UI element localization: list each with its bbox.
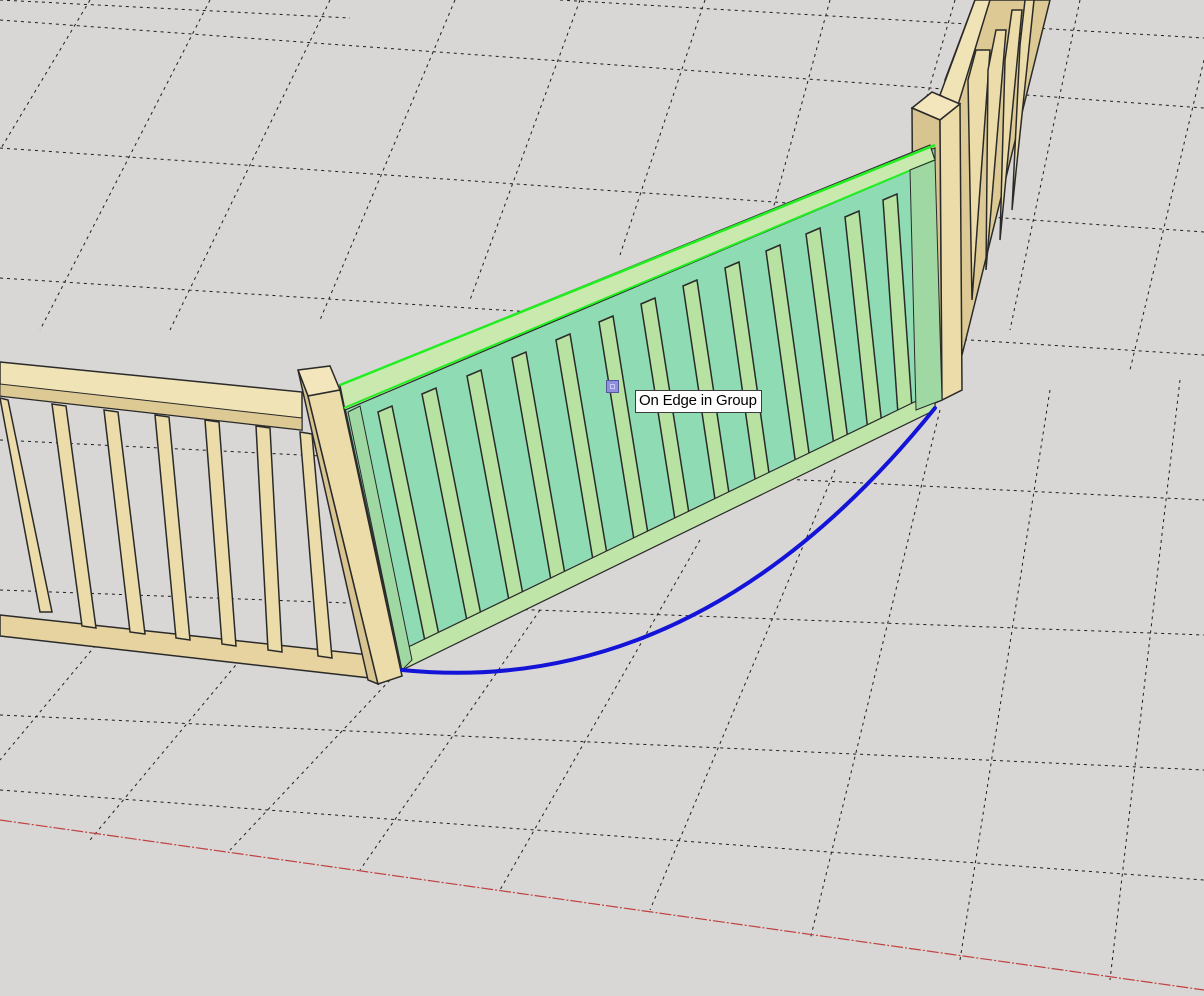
red-axis (0, 819, 1204, 991)
inference-tooltip: On Edge in Group (635, 390, 762, 413)
modeling-viewport[interactable] (0, 0, 1204, 996)
inference-point-icon (606, 380, 619, 393)
